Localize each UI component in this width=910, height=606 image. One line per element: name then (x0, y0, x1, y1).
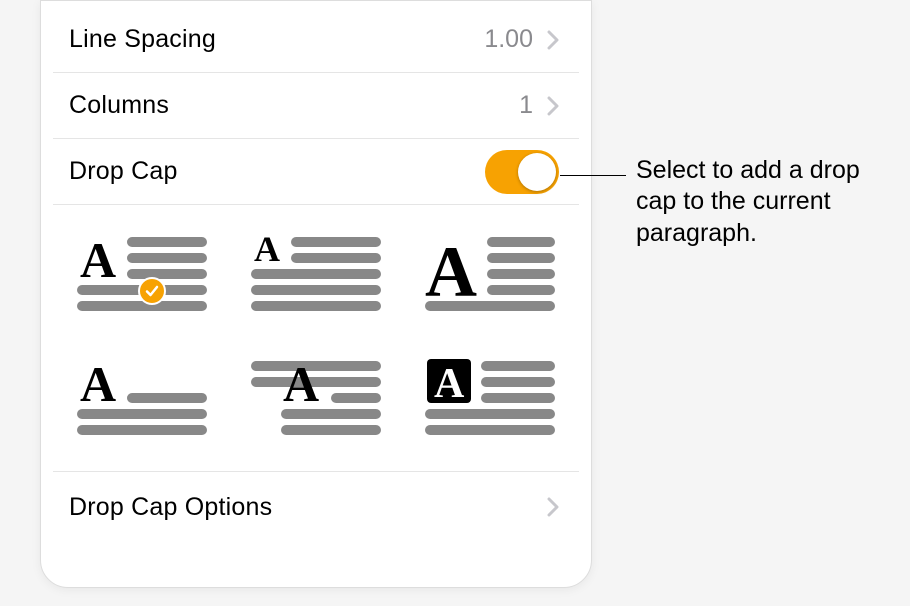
drop-cap-toggle[interactable] (485, 150, 559, 194)
drop-cap-style-5-icon: A (251, 355, 381, 445)
drop-cap-style-3-icon: A (425, 231, 555, 321)
svg-text:A: A (425, 232, 477, 312)
line-spacing-value: 1.00 (484, 25, 533, 54)
line-spacing-right: 1.00 (484, 25, 559, 54)
drop-cap-row: Drop Cap (53, 139, 579, 205)
svg-text:A: A (283, 356, 319, 412)
drop-cap-style-1-icon: A (77, 231, 207, 321)
chevron-right-icon (547, 96, 559, 116)
line-spacing-row[interactable]: Line Spacing 1.00 (53, 7, 579, 73)
chevron-right-icon (547, 497, 559, 517)
drop-cap-style-5[interactable]: A (251, 355, 381, 445)
drop-cap-style-1[interactable]: A (77, 231, 207, 321)
chevron-right-icon (547, 30, 559, 50)
drop-cap-right (485, 150, 559, 194)
columns-label: Columns (69, 91, 169, 120)
drop-cap-style-4-icon: A (77, 355, 207, 445)
panel-inner: Line Spacing 1.00 Columns 1 Drop Cap (53, 7, 579, 577)
columns-right: 1 (519, 91, 559, 120)
toggle-knob (518, 153, 556, 191)
drop-cap-style-2-icon: A (251, 231, 381, 321)
callout-text: Select to add a drop cap to the current … (636, 155, 896, 249)
drop-cap-options-row[interactable]: Drop Cap Options (53, 472, 579, 542)
svg-text:A: A (80, 232, 116, 288)
drop-cap-styles-grid: A A (53, 205, 579, 472)
drop-cap-style-4[interactable]: A (77, 355, 207, 445)
line-spacing-label: Line Spacing (69, 25, 216, 54)
svg-text:A: A (80, 356, 116, 412)
format-panel: Line Spacing 1.00 Columns 1 Drop Cap (40, 0, 592, 588)
columns-value: 1 (519, 91, 533, 120)
drop-cap-style-3[interactable]: A (425, 231, 555, 321)
svg-text:A: A (254, 231, 280, 269)
drop-cap-options-label: Drop Cap Options (69, 493, 272, 522)
svg-text:A: A (434, 361, 465, 407)
drop-cap-style-6[interactable]: A (425, 355, 555, 445)
columns-row[interactable]: Columns 1 (53, 73, 579, 139)
drop-cap-style-2[interactable]: A (251, 231, 381, 321)
callout-leader-line (560, 175, 626, 176)
drop-cap-style-6-icon: A (425, 355, 555, 445)
drop-cap-label: Drop Cap (69, 157, 178, 186)
drop-cap-options-right (547, 497, 559, 517)
selected-check-icon (138, 277, 166, 305)
